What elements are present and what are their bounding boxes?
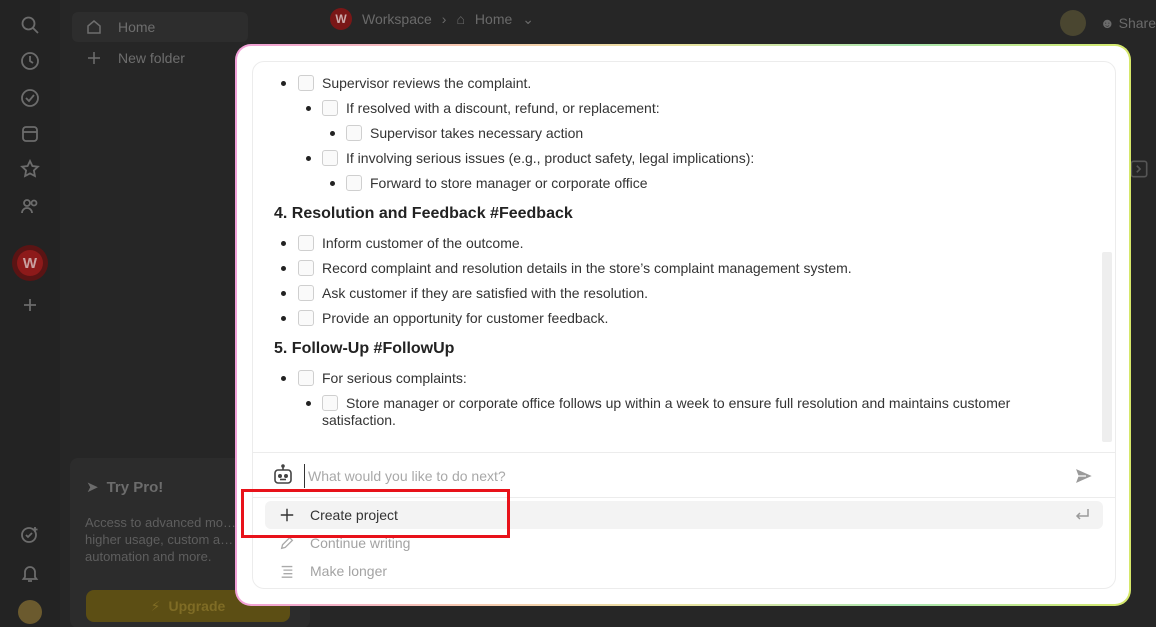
try-pro-title: ➤ Try Pro! bbox=[86, 478, 164, 497]
bullet-icon bbox=[330, 131, 335, 136]
breadcrumb-workspace[interactable]: Workspace bbox=[362, 11, 432, 27]
sidebar-item-new-folder[interactable]: New folder bbox=[86, 50, 185, 66]
chevron-down-icon[interactable]: ⌄ bbox=[522, 11, 534, 28]
rocket-icon: ➤ bbox=[86, 479, 99, 496]
action-make-longer[interactable]: Make longer bbox=[265, 557, 1103, 585]
bullet-icon bbox=[281, 266, 286, 271]
bullet-icon bbox=[281, 316, 286, 321]
action-label: Continue writing bbox=[310, 535, 411, 551]
plus-icon[interactable] bbox=[19, 294, 41, 316]
panel-icon[interactable] bbox=[1128, 158, 1150, 180]
list-item: Provide an opportunity for customer feed… bbox=[322, 310, 609, 326]
sidebar-item-label: New folder bbox=[118, 50, 185, 66]
icon-rail: W bbox=[0, 0, 60, 627]
list-item: If resolved with a discount, refund, or … bbox=[346, 100, 660, 116]
topbar-right: ☻ Share bbox=[1060, 10, 1156, 36]
checkbox[interactable] bbox=[298, 260, 314, 276]
bullet-icon bbox=[281, 81, 286, 86]
bullet-icon bbox=[306, 401, 311, 406]
checkbox[interactable] bbox=[322, 395, 338, 411]
checkbox[interactable] bbox=[298, 370, 314, 386]
sidebar-item-home[interactable]: Home bbox=[72, 12, 248, 42]
bullet-icon bbox=[281, 376, 286, 381]
robot-icon bbox=[272, 464, 294, 486]
list-item: For serious complaints: bbox=[322, 370, 467, 386]
list-item: Ask customer if they are satisfied with … bbox=[322, 285, 649, 301]
checkbox[interactable] bbox=[322, 150, 338, 166]
avatar[interactable] bbox=[1060, 10, 1087, 36]
bullet-icon bbox=[306, 106, 311, 111]
workspace-logo[interactable]: W bbox=[330, 8, 352, 30]
bullet-icon bbox=[306, 156, 311, 161]
share-button[interactable]: ☻ Share bbox=[1100, 15, 1156, 31]
checkbox[interactable] bbox=[322, 100, 338, 116]
ai-assistant-modal-frame: Supervisor reviews the complaint. If res… bbox=[235, 44, 1131, 606]
checkbox[interactable] bbox=[298, 235, 314, 251]
workspace-badge[interactable]: W bbox=[12, 245, 48, 281]
avatar[interactable] bbox=[18, 600, 42, 624]
action-label: Create project bbox=[310, 507, 398, 523]
list-item: Supervisor reviews the complaint. bbox=[322, 75, 532, 91]
plus-icon bbox=[88, 52, 100, 64]
checkbox[interactable] bbox=[298, 310, 314, 326]
list-item: Inform customer of the outcome. bbox=[322, 235, 524, 251]
check-plus-icon[interactable] bbox=[19, 524, 41, 546]
database-icon[interactable] bbox=[19, 123, 41, 145]
bullet-icon bbox=[281, 291, 286, 296]
try-pro-text: Access to advanced mo… higher usage, cus… bbox=[85, 515, 237, 564]
prompt-bar bbox=[253, 452, 1115, 498]
action-create-project[interactable]: Create project bbox=[265, 501, 1103, 529]
document-preview: Supervisor reviews the complaint. If res… bbox=[253, 62, 1101, 452]
send-button[interactable] bbox=[1073, 465, 1095, 487]
content-card: Supervisor reviews the complaint. If res… bbox=[252, 61, 1116, 589]
section-heading: 4. Resolution and Feedback #Feedback bbox=[274, 205, 573, 222]
lightning-icon: ⚡ bbox=[150, 597, 161, 614]
check-circle-icon[interactable] bbox=[19, 87, 41, 109]
list-item: If involving serious issues (e.g., produ… bbox=[346, 150, 755, 166]
star-icon[interactable] bbox=[19, 158, 41, 180]
section-heading: 5. Follow-Up #FollowUp bbox=[274, 340, 455, 357]
list-item: Forward to store manager or corporate of… bbox=[370, 175, 648, 191]
sidebar-item-label: Home bbox=[118, 19, 156, 35]
users-icon[interactable] bbox=[19, 195, 41, 217]
list-item: Store manager or corporate office follow… bbox=[346, 395, 1011, 411]
bell-icon[interactable] bbox=[19, 562, 41, 584]
checkbox[interactable] bbox=[346, 125, 362, 141]
home-icon bbox=[87, 20, 101, 34]
breadcrumb: W Workspace › ⌂ Home ⌄ bbox=[330, 8, 534, 30]
checkbox[interactable] bbox=[346, 175, 362, 191]
bullet-icon bbox=[281, 241, 286, 246]
action-label: Make longer bbox=[310, 563, 388, 579]
lines-icon bbox=[278, 562, 296, 580]
breadcrumb-home[interactable]: Home bbox=[475, 11, 512, 27]
checkbox[interactable] bbox=[298, 285, 314, 301]
chevron-right-icon: › bbox=[441, 11, 447, 27]
checkbox[interactable] bbox=[298, 75, 314, 91]
clock-icon[interactable] bbox=[19, 50, 41, 72]
bullet-icon bbox=[330, 181, 335, 186]
plus-icon bbox=[278, 506, 296, 524]
scrollbar[interactable] bbox=[1100, 72, 1112, 452]
list-item: Supervisor takes necessary action bbox=[370, 125, 584, 141]
list-item-continuation: satisfaction. bbox=[322, 412, 396, 428]
scrollbar-thumb[interactable] bbox=[1102, 252, 1112, 442]
home-icon: ⌂ bbox=[456, 11, 465, 27]
action-continue-writing[interactable]: Continue writing bbox=[265, 529, 1103, 557]
ai-assistant-modal: Supervisor reviews the complaint. If res… bbox=[237, 46, 1129, 604]
prompt-input[interactable] bbox=[304, 464, 1064, 488]
pencil-icon bbox=[278, 534, 296, 552]
list-item: Record complaint and resolution details … bbox=[322, 260, 852, 276]
enter-icon bbox=[1073, 506, 1091, 524]
search-icon[interactable] bbox=[19, 14, 41, 36]
send-icon bbox=[1073, 466, 1095, 486]
